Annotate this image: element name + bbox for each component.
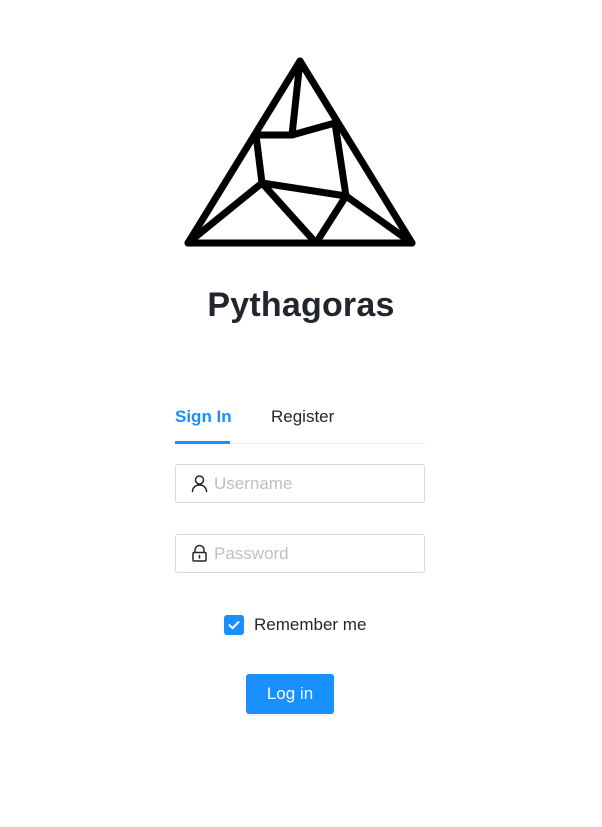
remember-me[interactable]: Remember me [224,614,366,636]
password-field[interactable] [175,534,425,573]
checkmark-icon [228,621,240,630]
tab-register[interactable]: Register [271,407,334,427]
remember-me-checkbox[interactable] [224,615,244,635]
user-icon [191,475,208,493]
username-input[interactable] [214,465,414,502]
geometric-triangle-logo [184,57,416,247]
tab-sign-in[interactable]: Sign In [175,407,232,427]
remember-me-label: Remember me [254,615,367,634]
login-button[interactable]: Log in [246,674,334,714]
lock-icon [192,544,207,562]
auth-tabs: Sign In Register [175,395,425,444]
active-tab-indicator [175,441,230,444]
password-input[interactable] [214,535,414,572]
app-title: Pythagoras [207,286,395,324]
username-field[interactable] [175,464,425,503]
